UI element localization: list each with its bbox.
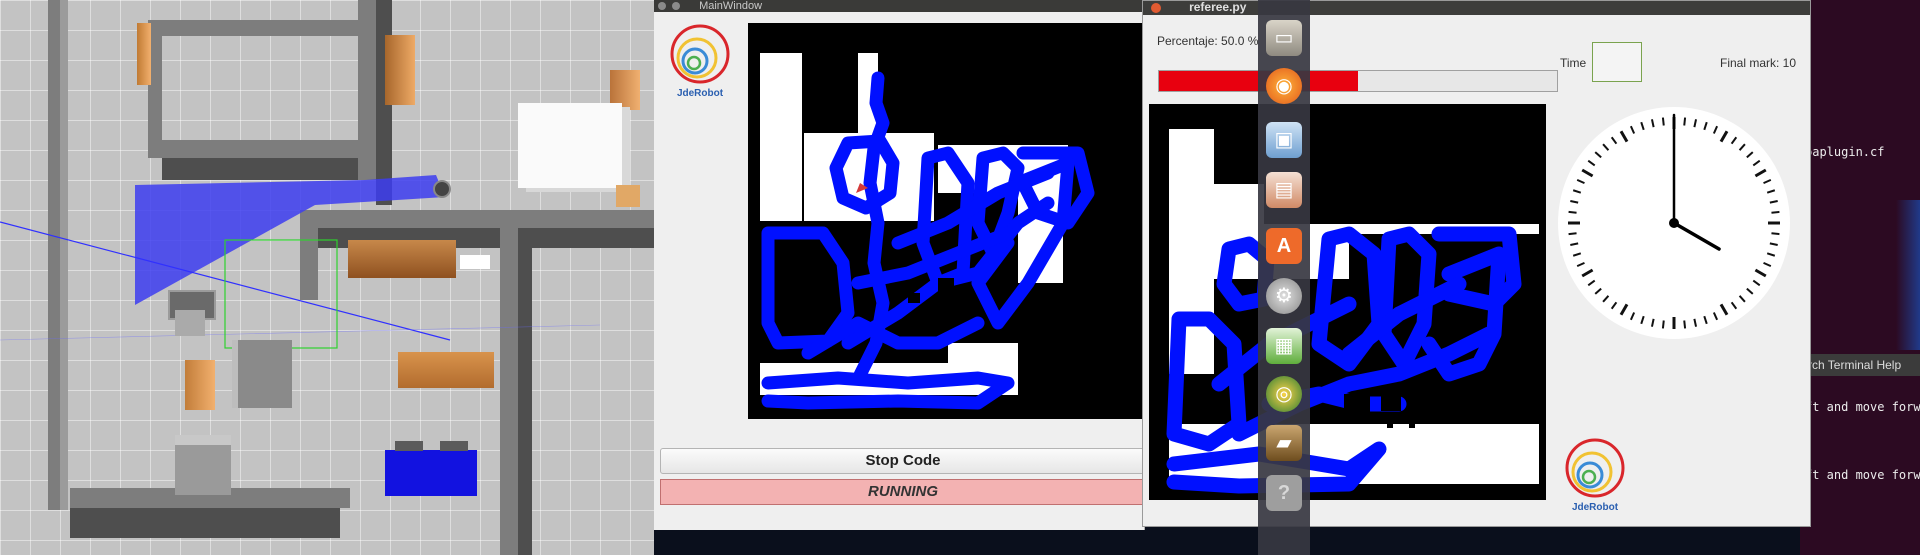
chair: [395, 441, 423, 451]
app-icon[interactable]: ▰: [1266, 425, 1302, 461]
referee-trajectory: [1166, 226, 1522, 494]
percentage-progress-bar: [1158, 70, 1558, 92]
chair: [440, 441, 468, 451]
stop-code-button[interactable]: Stop Code: [660, 448, 1146, 474]
path-map: [748, 23, 1144, 419]
obstacle: [908, 293, 920, 303]
software-center-icon[interactable]: A: [1266, 228, 1302, 264]
minimize-window-icon[interactable]: [672, 2, 680, 10]
referee-title: referee.py: [1189, 1, 1247, 14]
obstacle: [1409, 422, 1415, 428]
launcher-dock[interactable]: ▭ ◉ ▣ ▤ A ⚙ ▦ ◎ ▰ ?: [1258, 0, 1310, 555]
wood-shelf: [137, 23, 151, 85]
robot: [433, 180, 451, 198]
terminal-output-line: ft and move forw: [1805, 468, 1920, 482]
referee-titlebar[interactable]: referee.py: [1143, 1, 1810, 15]
final-mark-label: Final mark: 10: [1720, 56, 1797, 70]
wood-box: [616, 185, 640, 207]
clock-center: [1669, 218, 1679, 228]
obstacle: [1435, 389, 1463, 417]
analog-clock: [1558, 107, 1790, 339]
settings-icon[interactable]: ⚙: [1266, 278, 1302, 314]
referee-window[interactable]: referee.py Percentaje: 50.0 % Time Final…: [1142, 0, 1811, 527]
wood-cabinet: [385, 35, 415, 105]
files-icon[interactable]: ▭: [1266, 20, 1302, 56]
terminal-menu-items[interactable]: rch Terminal Help: [1808, 358, 1901, 372]
laser-scan: [0, 175, 601, 349]
jderobot-logo-icon: [1565, 438, 1625, 498]
clock-tick: [1661, 320, 1665, 329]
desktop-background: [1896, 200, 1920, 350]
obstacle: [938, 278, 954, 294]
jderobot-logo: JdeRobot: [1563, 436, 1627, 516]
logo-text: JdeRobot: [1571, 502, 1619, 513]
impress-icon[interactable]: ▤: [1266, 172, 1302, 208]
white-cabinet: [518, 103, 622, 188]
blue-sofa: [385, 450, 477, 496]
wood-box: [185, 360, 215, 410]
main-window-title: MainWindow: [699, 0, 763, 12]
time-display: [1592, 42, 1642, 82]
clock-tick: [1568, 232, 1577, 236]
percentage-label: Percentaje: 50.0 %: [1157, 34, 1259, 48]
clock-tick: [1661, 117, 1665, 126]
close-window-icon[interactable]: [1151, 3, 1161, 13]
terminal-menubar[interactable]: rch Terminal Help: [1800, 354, 1920, 376]
clock-tick: [1771, 232, 1780, 236]
calc-icon[interactable]: ▦: [1266, 328, 1302, 364]
chair: [175, 435, 231, 495]
clock-tick: [1771, 210, 1780, 214]
obstacle: [1387, 422, 1393, 428]
chrome-icon[interactable]: ◎: [1266, 376, 1302, 412]
jderobot-logo-icon: [670, 24, 730, 84]
wood-desk: [348, 240, 456, 278]
logo-text: JdeRobot: [676, 88, 724, 99]
wood-table: [398, 352, 494, 388]
time-label: Time: [1560, 56, 1587, 70]
white-block: [460, 255, 490, 269]
help-icon[interactable]: ?: [1266, 475, 1302, 511]
main-window[interactable]: MainWindow JdeRobot Stop Code RUNNING: [654, 0, 1146, 530]
jderobot-logo: JdeRobot: [668, 22, 732, 102]
obstacle: [1381, 389, 1401, 411]
run-status-indicator: RUNNING: [660, 479, 1146, 505]
clock-tick: [1683, 117, 1687, 126]
chair: [175, 310, 205, 336]
clock-tick: [1683, 320, 1687, 329]
terminal-output-line: paplugin.cf: [1805, 145, 1885, 159]
main-window-titlebar[interactable]: MainWindow: [654, 0, 1144, 12]
obstacle: [1344, 394, 1370, 414]
gazebo-3d-view[interactable]: [0, 0, 654, 555]
table: [232, 340, 292, 408]
referee-map: [1149, 104, 1546, 500]
terminal-window[interactable]: paplugin.cf rch Terminal Help ft and mov…: [1800, 0, 1920, 555]
robot-trajectory: [761, 71, 1095, 410]
clock-tick: [1568, 210, 1577, 214]
firefox-icon[interactable]: ◉: [1266, 68, 1302, 104]
terminal-output-line: ft and move forw: [1805, 400, 1920, 414]
image-viewer-icon[interactable]: ▣: [1266, 122, 1302, 158]
close-window-icon[interactable]: [658, 2, 666, 10]
